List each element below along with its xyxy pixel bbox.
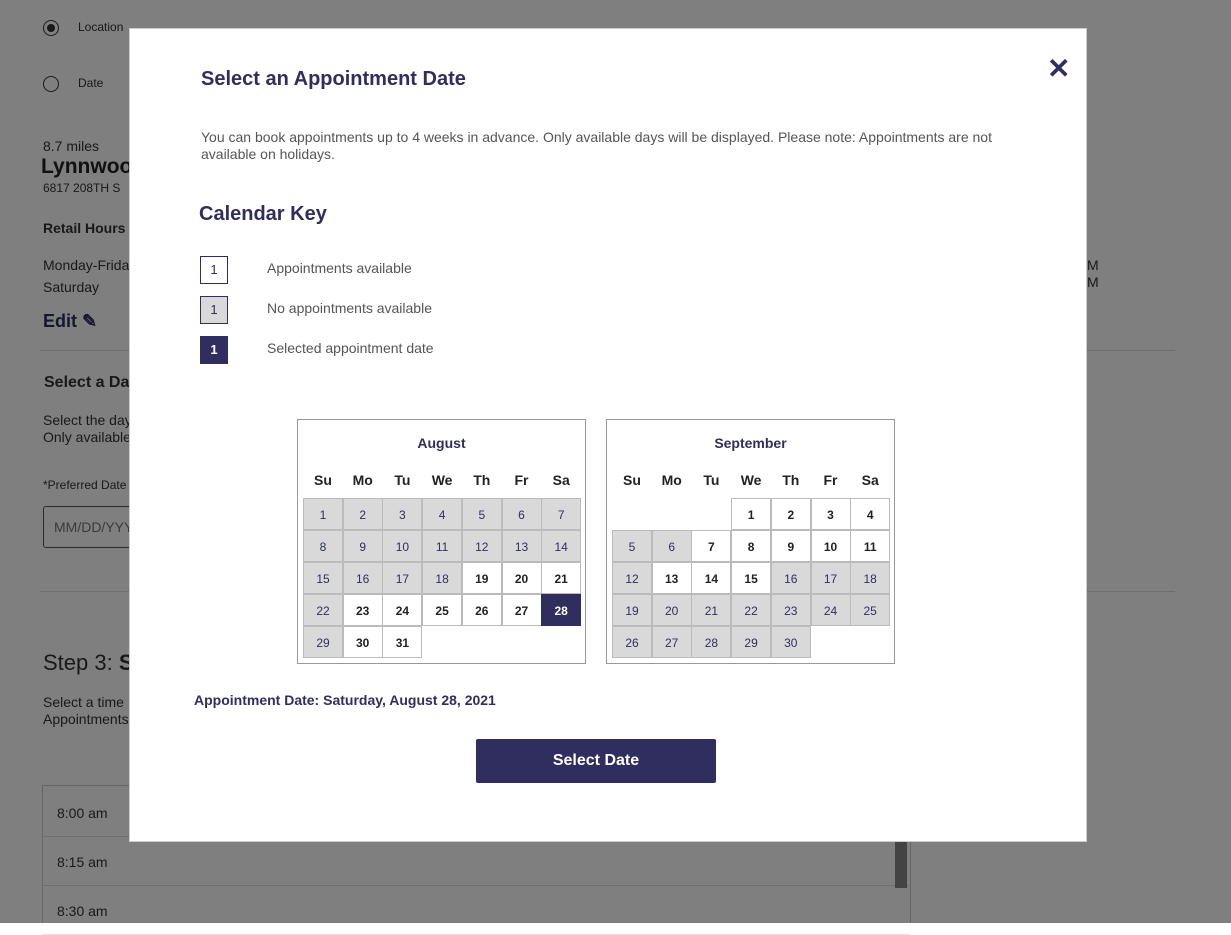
calendar-day[interactable]: 19 — [461, 562, 502, 594]
calendar-day: 22 — [731, 594, 772, 626]
calendar-day[interactable]: 28 — [541, 594, 582, 626]
calendar-day: 9 — [342, 530, 383, 562]
calendar-day[interactable]: 25 — [422, 594, 463, 626]
month-title: August — [417, 435, 466, 451]
weekday-header: Tu — [703, 472, 720, 488]
calendar-day: 23 — [770, 594, 811, 626]
key-sample-selected: 1 — [200, 336, 228, 364]
calendar-day[interactable]: 31 — [382, 626, 423, 658]
calendar-day[interactable]: 9 — [770, 530, 811, 562]
calendar-day[interactable]: 3 — [810, 498, 851, 530]
month-title: September — [714, 435, 787, 451]
calendar-day[interactable]: 8 — [731, 530, 772, 562]
weekday-header: Th — [473, 472, 491, 488]
calendar-day: 13 — [501, 530, 542, 562]
calendar-day: 17 — [382, 562, 423, 594]
calendar-day: 16 — [342, 562, 383, 594]
calendar-day: 12 — [612, 562, 652, 594]
calendar-day[interactable]: 7 — [691, 530, 732, 562]
calendar-day[interactable]: 26 — [461, 594, 502, 626]
modal-description: You can book appointments up to 4 weeks … — [201, 129, 992, 162]
calendar-day: 20 — [651, 594, 692, 626]
calendar-key-title: Calendar Key — [199, 203, 327, 225]
calendar-day[interactable]: 11 — [850, 530, 891, 562]
calendar-day: 17 — [810, 562, 851, 594]
weekday-header: Sa — [861, 472, 879, 488]
calendar-day: 11 — [422, 530, 463, 562]
calendar-day: 3 — [382, 498, 423, 530]
calendar-day: 22 — [303, 594, 343, 626]
calendar-day[interactable]: 30 — [342, 626, 383, 658]
weekday-header: We — [431, 472, 453, 488]
select-date-button[interactable]: Select Date — [476, 739, 716, 783]
calendar-day: 6 — [501, 498, 542, 530]
calendar-day[interactable]: 15 — [731, 562, 772, 594]
calendar-day: 8 — [303, 530, 343, 562]
calendar-day: 12 — [461, 530, 502, 562]
calendar-day: 30 — [770, 626, 811, 658]
appointment-date-label: Appointment Date: — [194, 692, 324, 708]
key-label-selected: Selected appointment date — [267, 340, 434, 356]
calendar-day[interactable]: 21 — [541, 562, 582, 594]
calendar-day: 6 — [651, 530, 692, 562]
calendar-day: 18 — [850, 562, 891, 594]
calendar-day[interactable]: 2 — [770, 498, 811, 530]
calendar-day: 27 — [651, 626, 692, 658]
calendar-day: 29 — [731, 626, 772, 658]
appointment-date-modal: Select an Appointment Date ✕ You can boo… — [129, 28, 1087, 842]
calendar-day: 24 — [810, 594, 851, 626]
weekday-header: Fr — [823, 472, 838, 488]
key-label-available: Appointments available — [267, 260, 412, 276]
calendar-day: 16 — [770, 562, 811, 594]
calendar-day[interactable]: 10 — [810, 530, 851, 562]
calendar-day: 18 — [422, 562, 463, 594]
calendar-day: 21 — [691, 594, 732, 626]
weekday-header: We — [740, 472, 762, 488]
calendar-day: 10 — [382, 530, 423, 562]
weekday-header: Th — [782, 472, 800, 488]
calendar-day: 2 — [342, 498, 383, 530]
calendar-day[interactable]: 4 — [850, 498, 891, 530]
calendar-day: 29 — [303, 626, 343, 658]
calendar-day: 7 — [541, 498, 582, 530]
close-icon[interactable]: ✕ — [1047, 55, 1070, 83]
calendar-day: 19 — [612, 594, 652, 626]
calendar-day: 1 — [303, 498, 343, 530]
calendar-day[interactable]: 13 — [651, 562, 692, 594]
calendar-september: September Su Mo Tu We Th Fr Sa 1 2 3 4 5 6 7 8 9 10 11 12 1… — [606, 419, 895, 664]
calendar-day: 5 — [612, 530, 652, 562]
weekday-header: Mo — [352, 472, 373, 488]
weekday-header: Fr — [514, 472, 529, 488]
weekday-header: Su — [314, 472, 332, 488]
key-label-unavailable: No appointments available — [267, 300, 432, 316]
calendar-day: 26 — [612, 626, 652, 658]
calendar-day[interactable]: 27 — [501, 594, 542, 626]
key-sample-available: 1 — [200, 256, 228, 284]
appointment-date-summary: Appointment Date: Saturday, August 28, 2… — [194, 692, 496, 708]
calendar-august: August Su Mo Tu We Th Fr Sa 1 2 3 4 5 6 7 8 9 10 11 12 13 14… — [297, 419, 586, 664]
key-sample-unavailable: 1 — [200, 296, 228, 324]
calendar-day[interactable]: 20 — [501, 562, 542, 594]
calendar-day: 15 — [303, 562, 343, 594]
calendar-day[interactable]: 14 — [691, 562, 732, 594]
calendar-day[interactable]: 24 — [382, 594, 423, 626]
calendar-day: 14 — [541, 530, 582, 562]
calendar-day: 28 — [691, 626, 732, 658]
calendar-day: 5 — [461, 498, 502, 530]
weekday-header: Su — [623, 472, 641, 488]
weekday-header: Tu — [394, 472, 411, 488]
modal-title: Select an Appointment Date — [201, 68, 466, 90]
calendar-day[interactable]: 1 — [731, 498, 772, 530]
appointment-date-value: Saturday, August 28, 2021 — [323, 692, 496, 708]
calendar-day[interactable]: 23 — [342, 594, 383, 626]
calendar-day: 4 — [422, 498, 463, 530]
calendar-day: 25 — [850, 594, 891, 626]
weekday-header: Sa — [552, 472, 570, 488]
weekday-header: Mo — [661, 472, 682, 488]
